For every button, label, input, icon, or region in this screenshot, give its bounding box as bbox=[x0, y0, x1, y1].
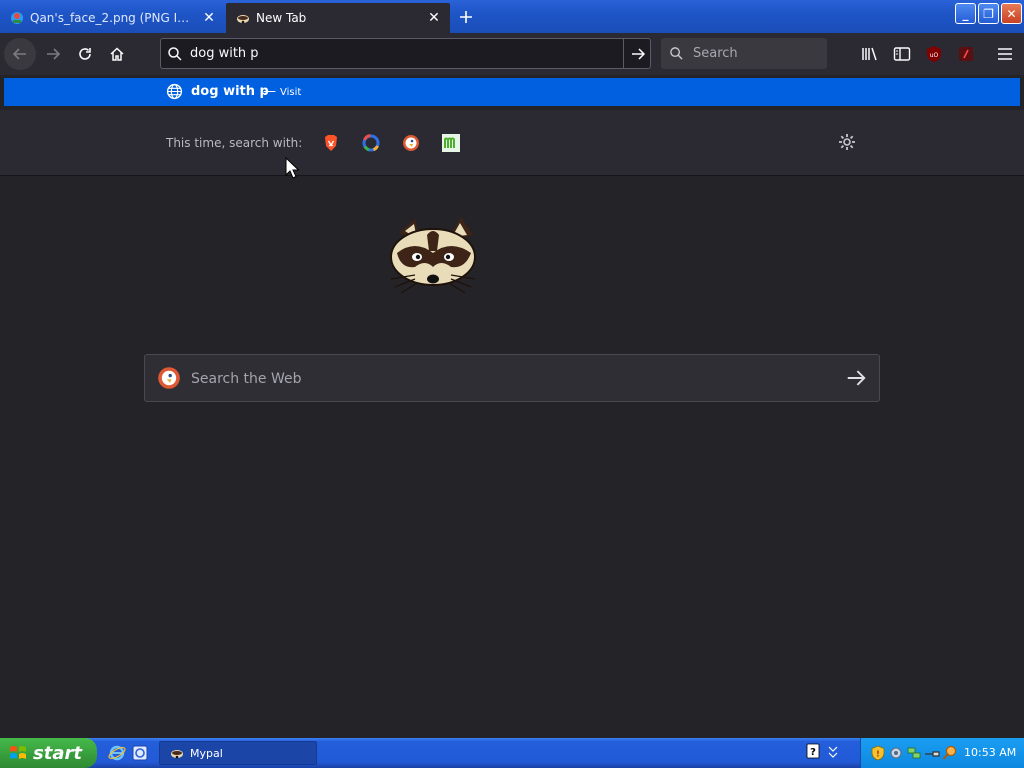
raccoon-icon bbox=[237, 15, 249, 24]
svg-text:!: ! bbox=[876, 750, 880, 759]
tray-help-area: ? bbox=[806, 743, 840, 764]
extension-button[interactable] bbox=[955, 43, 977, 65]
url-suggestion-row[interactable]: dog with p — Visit bbox=[4, 78, 1020, 106]
qwant-icon[interactable] bbox=[361, 133, 381, 153]
one-off-search-bar: This time, search with: bbox=[0, 110, 1024, 176]
settings-tray-icon[interactable] bbox=[888, 745, 904, 761]
close-icon[interactable]: ✕ bbox=[199, 8, 219, 28]
duckduckgo-icon bbox=[158, 367, 180, 389]
system-tray: ! 10:53 AM bbox=[860, 738, 1024, 768]
hamburger-menu-icon bbox=[998, 48, 1012, 60]
web-search-input[interactable] bbox=[191, 367, 831, 391]
internet-explorer-icon[interactable] bbox=[108, 744, 126, 762]
svg-text:uO: uO bbox=[930, 52, 939, 59]
duckduckgo-icon[interactable] bbox=[401, 133, 421, 153]
start-label: start bbox=[33, 742, 82, 764]
search-settings-button[interactable] bbox=[837, 132, 857, 155]
home-button[interactable] bbox=[101, 38, 133, 70]
home-icon bbox=[110, 47, 124, 61]
security-shield-icon[interactable]: ! bbox=[870, 745, 886, 761]
reload-button[interactable] bbox=[69, 38, 101, 70]
suggestion-action: Visit bbox=[280, 87, 302, 98]
suggestion-text: dog with p bbox=[191, 84, 269, 99]
back-button[interactable] bbox=[4, 38, 36, 70]
arrow-right-icon bbox=[847, 370, 866, 386]
mojeek-icon[interactable] bbox=[441, 133, 461, 153]
library-icon bbox=[862, 47, 877, 61]
library-button[interactable] bbox=[859, 43, 881, 65]
new-tab-page bbox=[0, 177, 1024, 737]
tab-label: New Tab bbox=[256, 11, 307, 25]
raccoon-icon bbox=[171, 750, 183, 759]
search-icon bbox=[670, 47, 683, 60]
gear-icon bbox=[839, 134, 855, 150]
globe-icon bbox=[166, 83, 183, 100]
new-tab-button[interactable] bbox=[454, 5, 478, 29]
ublock-button[interactable]: uO bbox=[923, 43, 945, 65]
browser-quicklaunch-icon[interactable] bbox=[131, 744, 149, 762]
search-bar[interactable] bbox=[661, 38, 827, 69]
windows-logo-icon bbox=[10, 746, 26, 759]
reload-icon bbox=[79, 48, 91, 60]
help-icon[interactable]: ? bbox=[806, 743, 822, 761]
forward-button[interactable] bbox=[37, 38, 69, 70]
maximize-button[interactable]: ❐ bbox=[978, 3, 999, 24]
tab-bar: Qan's_face_2.png (PNG Image, 1 ✕ New Tab… bbox=[0, 0, 1024, 33]
image-file-icon bbox=[11, 12, 23, 24]
suggestion-separator: — bbox=[263, 84, 276, 99]
one-off-label: This time, search with: bbox=[166, 136, 303, 150]
web-search-go-button[interactable] bbox=[845, 367, 867, 392]
svg-text:?: ? bbox=[810, 747, 816, 758]
start-button[interactable]: start bbox=[0, 738, 97, 768]
plus-icon bbox=[460, 11, 472, 23]
script-extension-icon bbox=[959, 47, 973, 61]
taskbar-item-mypal[interactable]: Mypal bbox=[159, 741, 317, 765]
url-bar[interactable] bbox=[160, 38, 651, 69]
mouse-cursor-icon bbox=[285, 157, 299, 179]
arrow-right-icon bbox=[631, 47, 645, 60]
tab-image[interactable]: Qan's_face_2.png (PNG Image, 1 ✕ bbox=[0, 3, 225, 33]
network-icon[interactable] bbox=[906, 745, 922, 761]
close-window-button[interactable]: ✕ bbox=[1001, 3, 1022, 24]
search-input[interactable] bbox=[693, 43, 821, 63]
chevron-down-icon[interactable] bbox=[826, 743, 840, 761]
taskbar: start Mypal ? ! 10:53 AM bbox=[0, 738, 1024, 768]
search-icon bbox=[168, 47, 182, 61]
tab-new-tab[interactable]: New Tab ✕ bbox=[226, 3, 450, 33]
arrow-left-icon bbox=[12, 48, 26, 60]
ublock-icon: uO bbox=[927, 46, 941, 62]
url-input[interactable] bbox=[190, 43, 620, 64]
web-search-box[interactable] bbox=[144, 354, 880, 402]
menu-button[interactable] bbox=[994, 43, 1016, 65]
tab-label: Qan's_face_2.png (PNG Image, 1 bbox=[30, 11, 199, 25]
taskbar-item-label: Mypal bbox=[190, 746, 223, 760]
sidebar-icon bbox=[893, 47, 911, 61]
clock: 10:53 AM bbox=[964, 746, 1017, 759]
go-button[interactable] bbox=[623, 39, 651, 68]
arrow-right-icon bbox=[47, 48, 61, 60]
sidebar-button[interactable] bbox=[891, 43, 913, 65]
magnifier-tray-icon[interactable] bbox=[942, 745, 958, 761]
nav-toolbar: uO bbox=[0, 33, 1024, 75]
brave-icon[interactable] bbox=[321, 133, 341, 153]
raccoon-logo bbox=[390, 217, 476, 294]
connection-cable-icon[interactable] bbox=[924, 745, 940, 761]
close-icon[interactable]: ✕ bbox=[424, 8, 444, 28]
minimize-button[interactable]: _ bbox=[955, 3, 976, 24]
